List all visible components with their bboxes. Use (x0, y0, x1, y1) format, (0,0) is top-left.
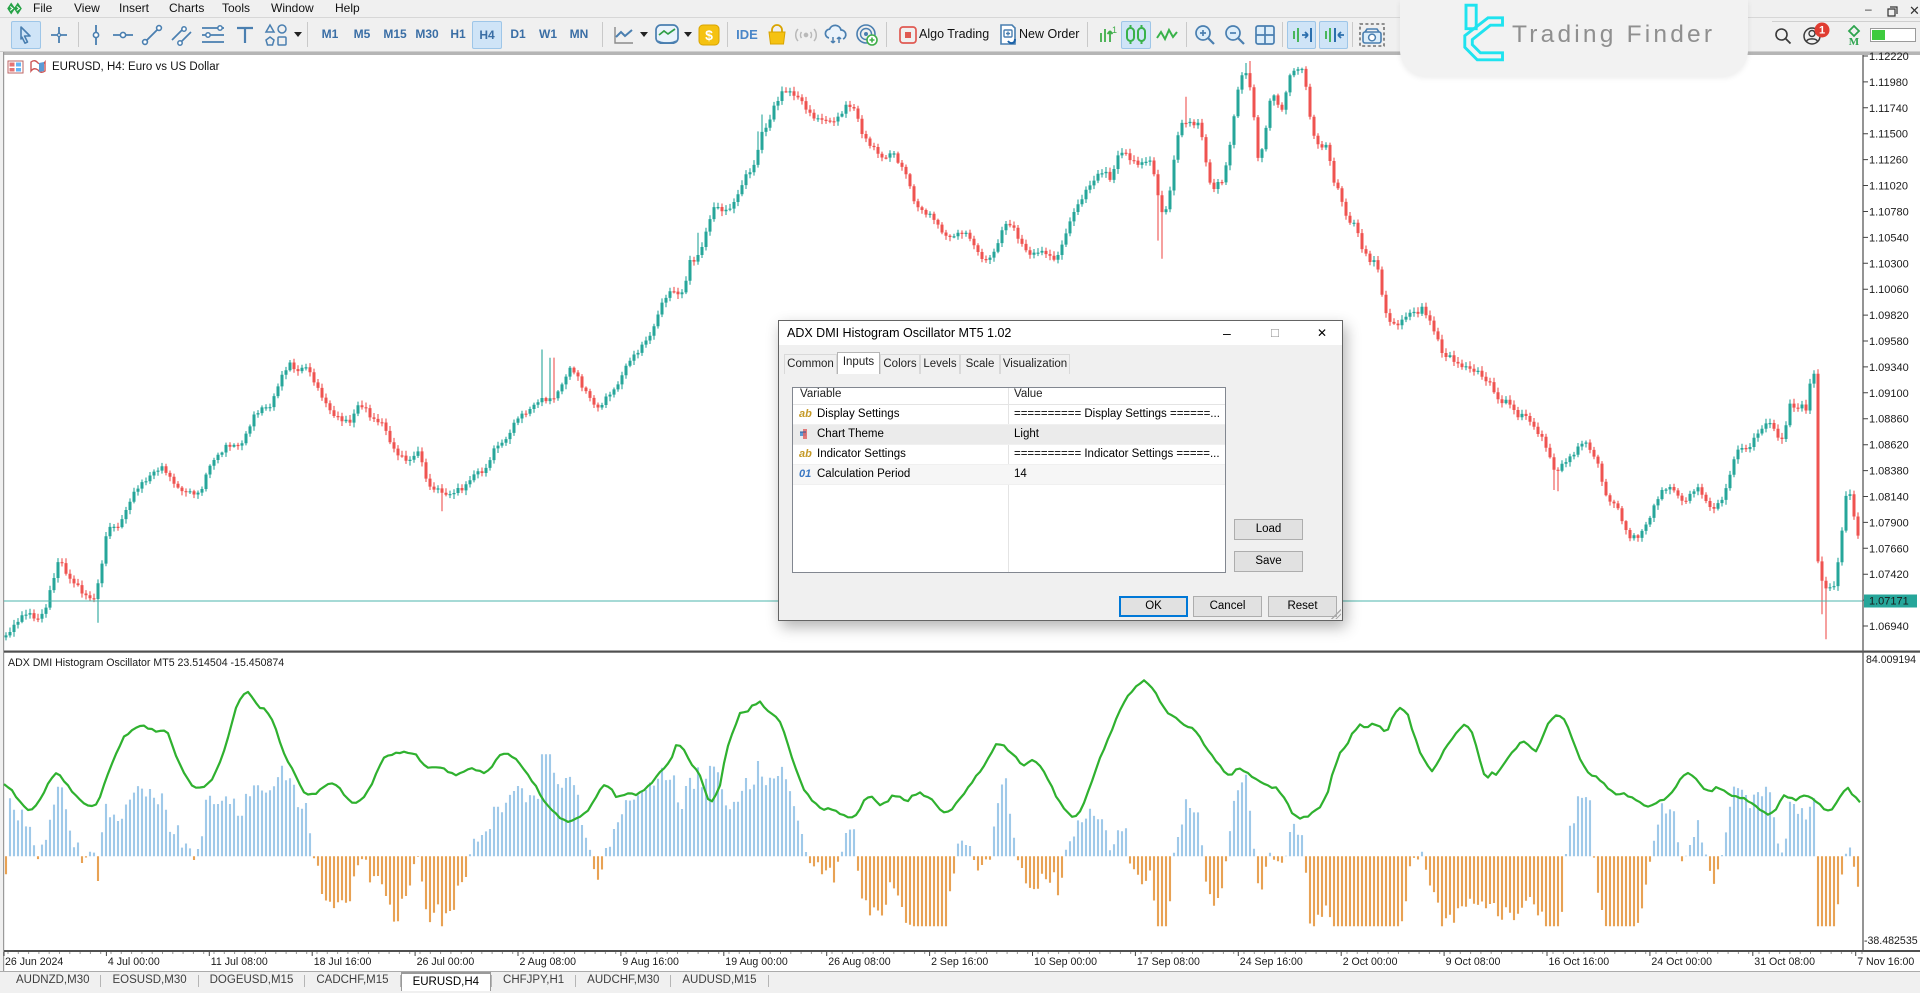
svg-text:1.08380: 1.08380 (1869, 466, 1909, 478)
svg-text:84.009194: 84.009194 (1866, 654, 1916, 666)
svg-text:1.09580: 1.09580 (1869, 336, 1909, 348)
svg-text:4 Jul 00:00: 4 Jul 00:00 (108, 956, 160, 968)
svg-text:1.09100: 1.09100 (1869, 388, 1909, 400)
svg-text:19 Aug 00:00: 19 Aug 00:00 (725, 956, 788, 968)
svg-text:1.07171: 1.07171 (1869, 596, 1909, 608)
svg-text:18 Jul 16:00: 18 Jul 16:00 (314, 956, 372, 968)
svg-text:31 Oct 08:00: 31 Oct 08:00 (1754, 956, 1815, 968)
svg-text:ADX DMI Histogram Oscillator M: ADX DMI Histogram Oscillator MT5 23.5145… (8, 657, 284, 669)
svg-text:1.09820: 1.09820 (1869, 310, 1909, 322)
svg-text:$: $ (705, 27, 713, 43)
svg-text:1.07420: 1.07420 (1869, 569, 1909, 581)
svg-text:1.11500: 1.11500 (1869, 129, 1908, 141)
svg-text:1.10780: 1.10780 (1869, 207, 1909, 219)
svg-text:1.11020: 1.11020 (1869, 181, 1908, 193)
svg-text:1.11740: 1.11740 (1869, 103, 1908, 115)
svg-text:1: 1 (1112, 25, 1117, 35)
svg-text:1.09340: 1.09340 (1869, 362, 1909, 374)
svg-text:26 Aug 08:00: 26 Aug 08:00 (828, 956, 891, 968)
svg-text:1.07900: 1.07900 (1869, 517, 1909, 529)
svg-text:17 Sep 08:00: 17 Sep 08:00 (1137, 956, 1200, 968)
svg-text:1.11260: 1.11260 (1869, 155, 1908, 167)
svg-text:1.11980: 1.11980 (1869, 77, 1908, 89)
svg-text:26 Jun 2024: 26 Jun 2024 (5, 956, 63, 968)
svg-text:24 Oct 00:00: 24 Oct 00:00 (1651, 956, 1712, 968)
svg-text:1.08140: 1.08140 (1869, 492, 1909, 504)
svg-text:7 Nov 16:00: 7 Nov 16:00 (1857, 956, 1914, 968)
svg-text:1.12220: 1.12220 (1869, 52, 1909, 63)
svg-text:26 Jul 00:00: 26 Jul 00:00 (417, 956, 475, 968)
svg-text:M: M (1849, 36, 1860, 47)
svg-text:9 Aug 16:00: 9 Aug 16:00 (622, 956, 679, 968)
svg-text:2 Sep 16:00: 2 Sep 16:00 (931, 956, 988, 968)
svg-text:16 Oct 16:00: 16 Oct 16:00 (1549, 956, 1610, 968)
svg-text:1.07660: 1.07660 (1869, 543, 1909, 555)
svg-text:9 Oct 08:00: 9 Oct 08:00 (1446, 956, 1501, 968)
svg-text:11 Jul 08:00: 11 Jul 08:00 (211, 956, 268, 968)
svg-text:1.10300: 1.10300 (1869, 258, 1909, 270)
svg-text:-38.482535: -38.482535 (1864, 935, 1918, 947)
svg-text:2 Oct 00:00: 2 Oct 00:00 (1343, 956, 1398, 968)
svg-text:1.10060: 1.10060 (1869, 284, 1909, 296)
svg-text:10 Sep 00:00: 10 Sep 00:00 (1034, 956, 1097, 968)
svg-text:1.08860: 1.08860 (1869, 414, 1909, 426)
svg-text:1.06940: 1.06940 (1869, 621, 1909, 633)
svg-text:1.10540: 1.10540 (1869, 232, 1909, 244)
svg-text:EURUSD, H4: Euro vs US Dollar: EURUSD, H4: Euro vs US Dollar (52, 61, 220, 73)
svg-text:1: 1 (1819, 25, 1825, 37)
svg-text:2 Aug 08:00: 2 Aug 08:00 (520, 956, 577, 968)
svg-text:1.08620: 1.08620 (1869, 440, 1909, 452)
svg-text:24 Sep 16:00: 24 Sep 16:00 (1240, 956, 1303, 968)
